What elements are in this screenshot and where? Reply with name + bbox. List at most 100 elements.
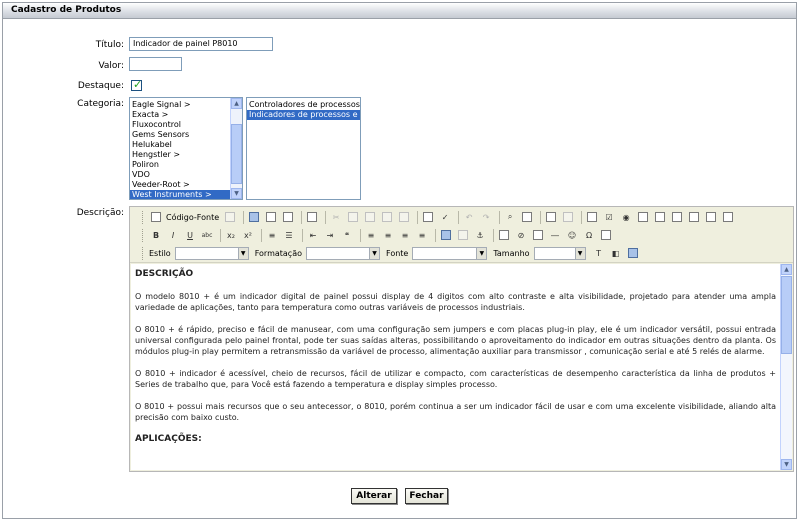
scroll-thumb[interactable] — [231, 124, 242, 184]
scroll-down-icon[interactable]: ▼ — [781, 459, 792, 470]
subcategoria-listbox[interactable]: Controladores de processos e Indicadores… — [246, 97, 361, 200]
save-icon[interactable] — [247, 210, 261, 224]
blockquote-icon[interactable]: ❝ — [340, 228, 354, 242]
scissors-icon[interactable]: ✂ — [329, 210, 343, 224]
list-item[interactable]: Gems Sensors — [130, 130, 242, 140]
table-icon[interactable] — [531, 228, 545, 242]
editor-scrollbar[interactable]: ▲ ▼ — [780, 264, 792, 470]
scroll-down-icon[interactable]: ▼ — [231, 188, 242, 199]
align-left-icon[interactable]: ≡ — [364, 228, 378, 242]
subscript-icon[interactable]: x₂ — [224, 228, 238, 242]
eraser-icon[interactable] — [561, 210, 575, 224]
fonte-select[interactable]: ▼ — [412, 246, 488, 260]
source-button[interactable]: Código-Fonte — [166, 213, 219, 222]
content-heading-descricao: DESCRIÇÃO — [135, 269, 194, 279]
toolbar-separator — [581, 210, 583, 224]
list-item[interactable]: Eagle Signal > — [130, 100, 242, 110]
editor-content-area[interactable]: DESCRIÇÃO O modelo 8010 + é um indicador… — [131, 264, 780, 470]
toolbar-grip — [142, 210, 145, 224]
image-icon[interactable] — [497, 228, 511, 242]
new-page-icon[interactable] — [264, 210, 278, 224]
indent-icon[interactable]: ⇥ — [323, 228, 337, 242]
paste-icon[interactable] — [363, 210, 377, 224]
bullet-list-icon[interactable]: ☰ — [282, 228, 296, 242]
list-item[interactable]: Controladores de processos e — [247, 100, 360, 110]
source-icon[interactable] — [149, 210, 163, 224]
spellcheck-icon[interactable]: ✓ — [438, 210, 452, 224]
toolbar-separator — [302, 228, 303, 242]
categoria-scrollbar[interactable]: ▲ ▼ — [230, 98, 242, 199]
scroll-thumb[interactable] — [781, 276, 792, 354]
italic-icon[interactable]: I — [166, 228, 180, 242]
horizontal-rule-icon[interactable]: ― — [548, 228, 562, 242]
numbered-list-icon[interactable]: ≡ — [265, 228, 279, 242]
radio-icon[interactable]: ◉ — [619, 210, 633, 224]
toolbar-separator — [435, 228, 436, 242]
list-item-selected[interactable]: West Instruments > — [130, 190, 242, 199]
hidden-field-icon[interactable] — [721, 210, 735, 224]
text-color-icon[interactable]: T — [592, 246, 606, 260]
fechar-button[interactable]: Fechar — [405, 488, 448, 504]
estilo-select[interactable]: ▼ — [174, 246, 249, 260]
align-right-icon[interactable]: ≡ — [398, 228, 412, 242]
destaque-checkbox[interactable]: ✓ — [131, 78, 142, 91]
titulo-input[interactable]: Indicador de painel P8010 — [129, 37, 273, 51]
strike-icon[interactable]: abc — [200, 228, 214, 242]
scroll-up-icon[interactable]: ▲ — [781, 264, 792, 275]
tamanho-select[interactable]: ▼ — [533, 246, 586, 260]
underline-icon[interactable]: U — [183, 228, 197, 242]
list-item[interactable]: Poliron — [130, 160, 242, 170]
replace-icon[interactable] — [520, 210, 534, 224]
copy-icon[interactable] — [346, 210, 360, 224]
page-break-icon[interactable] — [599, 228, 613, 242]
image-button-icon[interactable] — [704, 210, 718, 224]
outdent-icon[interactable]: ⇤ — [306, 228, 320, 242]
superscript-icon[interactable]: x² — [241, 228, 255, 242]
list-item[interactable]: Veeder-Root > — [130, 180, 242, 190]
form-icon[interactable] — [585, 210, 599, 224]
toolbar-separator — [325, 210, 327, 224]
select-field-icon[interactable] — [670, 210, 684, 224]
textarea-icon[interactable] — [653, 210, 667, 224]
estilo-label: Estilo — [149, 248, 171, 258]
maximize-icon[interactable] — [626, 246, 640, 260]
flash-icon[interactable]: ⊘ — [514, 228, 528, 242]
bg-color-icon[interactable]: ◧ — [609, 246, 623, 260]
scroll-up-icon[interactable]: ▲ — [231, 98, 242, 109]
button-field-icon[interactable] — [687, 210, 701, 224]
preview-icon[interactable] — [281, 210, 295, 224]
textfield-icon[interactable] — [636, 210, 650, 224]
list-item[interactable]: VDO — [130, 170, 242, 180]
categoria-listbox[interactable]: Eagle Signal > Exacta > Fluxocontrol Gem… — [129, 97, 243, 200]
formatacao-select[interactable]: ▼ — [306, 246, 380, 260]
print-icon[interactable] — [421, 210, 435, 224]
toolbar-separator — [243, 210, 245, 224]
special-char-icon[interactable]: Ω — [582, 228, 596, 242]
find-icon[interactable]: ⌕ — [503, 210, 517, 224]
panel-title: Cadastro de Produtos — [3, 3, 796, 19]
undo-icon[interactable]: ↶ — [462, 210, 476, 224]
select-all-icon[interactable] — [544, 210, 558, 224]
list-item[interactable]: Exacta > — [130, 110, 242, 120]
bold-icon[interactable]: B — [149, 228, 163, 242]
valor-input[interactable] — [129, 57, 182, 71]
list-item[interactable]: Helukabel — [130, 140, 242, 150]
templates-icon[interactable] — [305, 210, 319, 224]
editor-toolbar: Código-Fonte ✂ ✓ ↶ ↷ ⌕ ☑ ◉ B I U abc x₂ … — [130, 207, 793, 263]
chevron-down-icon: ▼ — [476, 247, 487, 259]
align-justify-icon[interactable]: ≡ — [415, 228, 429, 242]
unlink-icon[interactable] — [456, 228, 470, 242]
anchor-icon[interactable]: ⚓ — [473, 228, 487, 242]
alterar-button[interactable]: Alterar — [351, 488, 397, 504]
link-icon[interactable] — [439, 228, 453, 242]
cut-icon[interactable] — [223, 210, 237, 224]
list-item-selected[interactable]: Indicadores de processos e te — [247, 110, 360, 120]
align-center-icon[interactable]: ≡ — [381, 228, 395, 242]
checkbox-icon[interactable]: ☑ — [602, 210, 616, 224]
list-item[interactable]: Hengstler > — [130, 150, 242, 160]
redo-icon[interactable]: ↷ — [479, 210, 493, 224]
paste-word-icon[interactable] — [397, 210, 411, 224]
smiley-icon[interactable]: ☺ — [565, 228, 579, 242]
paste-text-icon[interactable] — [380, 210, 394, 224]
list-item[interactable]: Fluxocontrol — [130, 120, 242, 130]
